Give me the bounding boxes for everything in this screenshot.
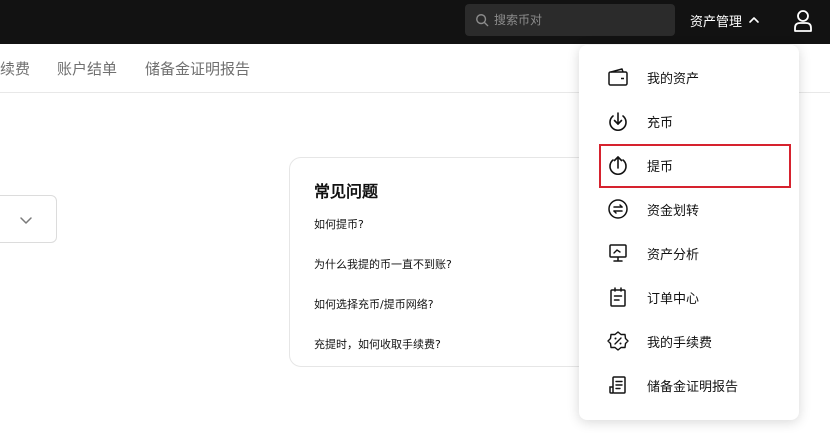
menu-item-reserve-report[interactable]: 储备金证明报告	[579, 363, 799, 407]
transfer-icon	[608, 199, 628, 219]
tab-fee[interactable]: 续费	[0, 58, 30, 79]
fee-icon	[607, 331, 629, 351]
menu-item-label: 订单中心	[647, 291, 700, 307]
deposit-icon	[609, 112, 627, 131]
faq-question[interactable]: 充提时，如何收取手续费?	[314, 336, 441, 352]
menu-item-deposit[interactable]: 充币	[579, 99, 799, 143]
chevron-down-icon	[20, 217, 32, 224]
faq-title: 常见问题	[314, 182, 379, 201]
menu-item-transfer[interactable]: 资金划转	[579, 187, 799, 231]
menu-item-label: 资产分析	[647, 247, 700, 263]
chevron-up-icon	[749, 17, 759, 23]
top-bar: 资产管理	[0, 0, 830, 44]
user-icon[interactable]	[792, 9, 814, 33]
menu-item-analysis[interactable]: 资产分析	[579, 231, 799, 275]
wallet-icon	[608, 68, 628, 86]
menu-item-label: 我的手续费	[647, 335, 713, 351]
asset-management-label: 资产管理	[690, 14, 743, 30]
menu-item-label: 提币	[647, 159, 674, 175]
withdraw-icon	[609, 156, 627, 175]
report-icon	[609, 376, 626, 394]
coin-selector[interactable]	[0, 195, 57, 243]
faq-question[interactable]: 如何选择充币/提币网络?	[314, 296, 434, 312]
asset-management-menu[interactable]: 资产管理	[690, 10, 760, 30]
menu-item-label: 我的资产	[647, 71, 700, 87]
search-box[interactable]	[465, 4, 675, 36]
tab-account-statement[interactable]: 账户结单	[57, 58, 117, 79]
menu-item-withdraw[interactable]: 提币	[579, 143, 799, 187]
faq-question[interactable]: 如何提币?	[314, 216, 364, 232]
search-input[interactable]	[494, 13, 664, 27]
menu-item-my-fees[interactable]: 我的手续费	[579, 319, 799, 363]
asset-dropdown-menu: 我的资产 充币 提币 资金划转 资产分析 订单中心 我的手续费 储备金证明报告	[579, 45, 799, 420]
menu-item-my-assets[interactable]: 我的资产	[579, 55, 799, 99]
order-icon	[610, 287, 626, 307]
menu-item-label: 充币	[647, 115, 674, 131]
menu-item-label: 储备金证明报告	[647, 379, 739, 395]
search-icon	[476, 14, 489, 27]
analysis-icon	[609, 244, 627, 262]
faq-question[interactable]: 为什么我提的币一直不到账?	[314, 256, 452, 272]
tab-reserve-report[interactable]: 储备金证明报告	[145, 58, 250, 79]
faq-card: 常见问题 如何提币? 为什么我提的币一直不到账? 如何选择充币/提币网络? 充提…	[289, 157, 609, 367]
menu-item-order-center[interactable]: 订单中心	[579, 275, 799, 319]
menu-item-label: 资金划转	[647, 203, 700, 219]
